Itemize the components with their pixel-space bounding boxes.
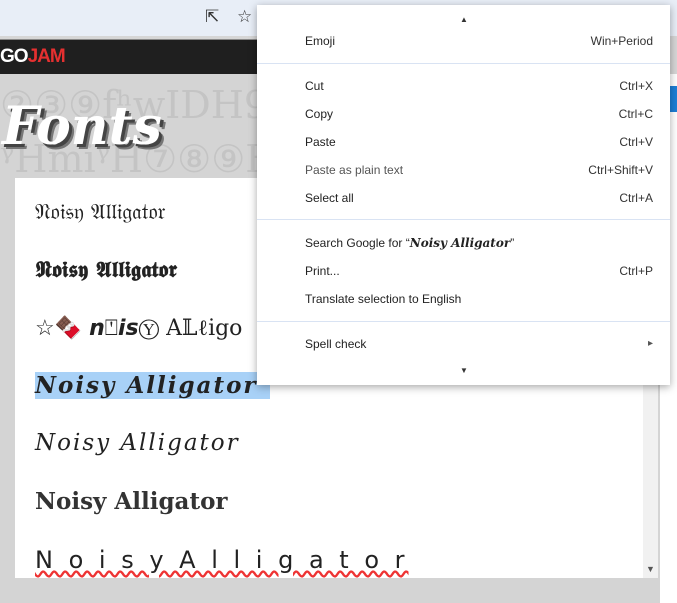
menu-item-select-all[interactable]: Select all Ctrl+A [305,188,653,208]
scroll-down-arrow-icon[interactable]: ▼ [646,564,655,574]
menu-item-emoji[interactable]: Emoji Win+Period [305,31,653,51]
menu-separator [257,219,670,220]
font-sample[interactable]: ☆🍫 𝙣⍞𝙞𝙨Ⓨ A𝕃ℓigo [35,315,242,341]
menu-item-translate[interactable]: Translate selection to English [305,289,653,309]
menu-item-print[interactable]: Print... Ctrl+P [305,261,653,281]
menu-item-search-google[interactable]: Search Google for “Noisy Alligator” [305,233,653,253]
star-icon[interactable]: ☆ [237,7,252,27]
menu-scroll-up-icon[interactable]: ▲ [460,15,468,24]
menu-item-paste-plain[interactable]: Paste as plain text Ctrl+Shift+V [305,160,653,180]
context-menu: ▲ Emoji Win+Period Cut Ctrl+X Copy Ctrl+C P… [257,5,670,385]
menu-item-paste[interactable]: Paste Ctrl+V [305,132,653,152]
menu-scroll-down-icon[interactable]: ▼ [460,366,468,375]
menu-item-spell-check[interactable]: Spell check ▸ [305,334,653,354]
font-sample[interactable]: 𝔑𝔬𝔦𝔰𝔶 𝔄𝔩𝔩𝔦𝔤𝔞𝔱𝔬𝔯 [35,200,165,225]
site-logo[interactable]: GOJAM [0,46,66,68]
menu-item-copy[interactable]: Copy Ctrl+C [305,104,653,124]
font-sample-selected[interactable]: Noisy Alligator [35,372,270,399]
font-sample[interactable]: Noisy Alligator [35,488,228,515]
menu-separator [257,63,670,64]
menu-separator [257,321,670,322]
font-sample[interactable]: 𝕹𝖔𝖎𝖘𝖞 𝕬𝖑𝖑𝖎𝖌𝖆𝖙𝖔𝖗 [35,257,177,283]
font-sample[interactable]: N o i s y A l l i g a t o r [35,546,409,574]
share-icon[interactable]: ⇱ [205,7,219,27]
font-sample[interactable]: Noisy Alligator [35,430,240,456]
page-title: Fonts [2,96,162,157]
submenu-arrow-icon: ▸ [647,338,653,349]
menu-item-cut[interactable]: Cut Ctrl+X [305,76,653,96]
